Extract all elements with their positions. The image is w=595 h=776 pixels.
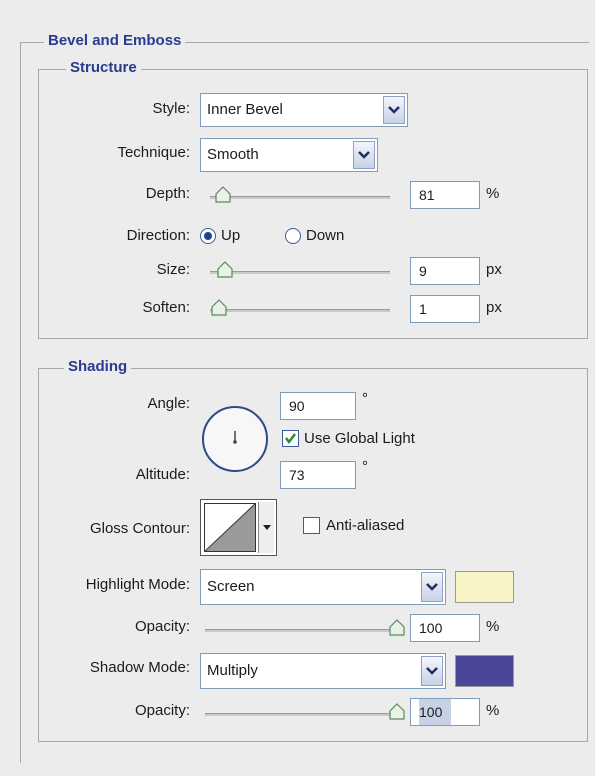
structure-legend: Structure — [66, 59, 141, 77]
shadow-mode-label: Shadow Mode: — [89, 659, 190, 676]
altitude-input[interactable]: 73 — [280, 461, 356, 489]
direction-down-radio[interactable] — [285, 228, 301, 244]
shadow-opacity-input[interactable]: 100 — [410, 698, 480, 726]
chevron-down-icon[interactable] — [383, 96, 405, 124]
chevron-down-icon[interactable] — [421, 656, 443, 686]
size-label: Size: — [156, 261, 190, 278]
highlight-mode-value: Screen — [207, 578, 255, 595]
angle-input[interactable]: 90 — [280, 392, 356, 420]
depth-label: Depth: — [145, 185, 190, 202]
size-input[interactable]: 9 — [410, 257, 480, 285]
technique-label: Technique: — [117, 144, 190, 161]
size-slider-thumb[interactable] — [216, 261, 234, 279]
size-slider-track[interactable] — [210, 271, 390, 274]
style-value: Inner Bevel — [207, 101, 283, 118]
depth-unit: % — [486, 185, 500, 202]
depth-slider-thumb[interactable] — [214, 186, 232, 204]
shadow-color-swatch[interactable] — [455, 655, 514, 687]
angle-unit: ° — [362, 390, 368, 407]
shadow-mode-value: Multiply — [207, 662, 258, 679]
anti-aliased-label[interactable]: Anti-aliased — [326, 515, 404, 537]
panel-title: Bevel and Emboss — [44, 32, 186, 50]
altitude-label: Altitude: — [135, 466, 190, 483]
contour-dropdown-icon[interactable] — [258, 502, 274, 553]
highlight-opacity-label: Opacity: — [134, 618, 190, 635]
technique-value: Smooth — [207, 146, 259, 163]
contour-preview-icon — [204, 503, 256, 552]
style-select[interactable]: Inner Bevel — [200, 93, 408, 127]
highlight-opacity-unit: % — [486, 618, 500, 635]
direction-down-label[interactable]: Down — [306, 225, 344, 247]
direction-up-label[interactable]: Up — [221, 225, 240, 247]
altitude-unit: ° — [362, 458, 368, 475]
gloss-contour-label: Gloss Contour: — [89, 520, 190, 537]
soften-unit: px — [486, 299, 502, 316]
highlight-opacity-input[interactable]: 100 — [410, 614, 480, 642]
size-unit: px — [486, 261, 502, 278]
soften-label: Soften: — [142, 299, 190, 316]
shadow-opacity-unit: % — [486, 702, 500, 719]
shading-legend: Shading — [64, 358, 132, 376]
shadow-opacity-label: Opacity: — [134, 702, 190, 719]
highlight-color-swatch[interactable] — [455, 571, 514, 603]
chevron-down-icon[interactable] — [421, 572, 443, 602]
angle-label: Angle: — [147, 395, 190, 412]
soften-input[interactable]: 1 — [410, 295, 480, 323]
depth-input[interactable]: 81 — [410, 181, 480, 209]
highlight-mode-label: Highlight Mode: — [85, 576, 190, 593]
direction-up-radio[interactable] — [200, 228, 216, 244]
technique-select[interactable]: Smooth — [200, 138, 378, 172]
use-global-light-checkbox[interactable] — [282, 430, 299, 447]
depth-slider-track[interactable] — [210, 196, 390, 199]
highlight-opacity-track[interactable] — [205, 629, 400, 632]
shadow-opacity-track[interactable] — [205, 713, 400, 716]
style-label: Style: — [152, 100, 190, 117]
highlight-opacity-thumb[interactable] — [388, 619, 406, 637]
angle-dial[interactable] — [200, 404, 270, 474]
radio-selected-dot — [204, 232, 212, 240]
highlight-mode-select[interactable]: Screen — [200, 569, 446, 605]
shadow-opacity-thumb[interactable] — [388, 703, 406, 721]
anti-aliased-checkbox[interactable] — [303, 517, 320, 534]
gloss-contour-picker[interactable] — [200, 499, 277, 556]
chevron-down-icon[interactable] — [353, 141, 375, 169]
soften-slider-track[interactable] — [210, 309, 390, 312]
soften-slider-thumb[interactable] — [210, 299, 228, 317]
shadow-mode-select[interactable]: Multiply — [200, 653, 446, 689]
direction-label: Direction: — [126, 227, 190, 244]
use-global-light-label[interactable]: Use Global Light — [304, 428, 415, 450]
